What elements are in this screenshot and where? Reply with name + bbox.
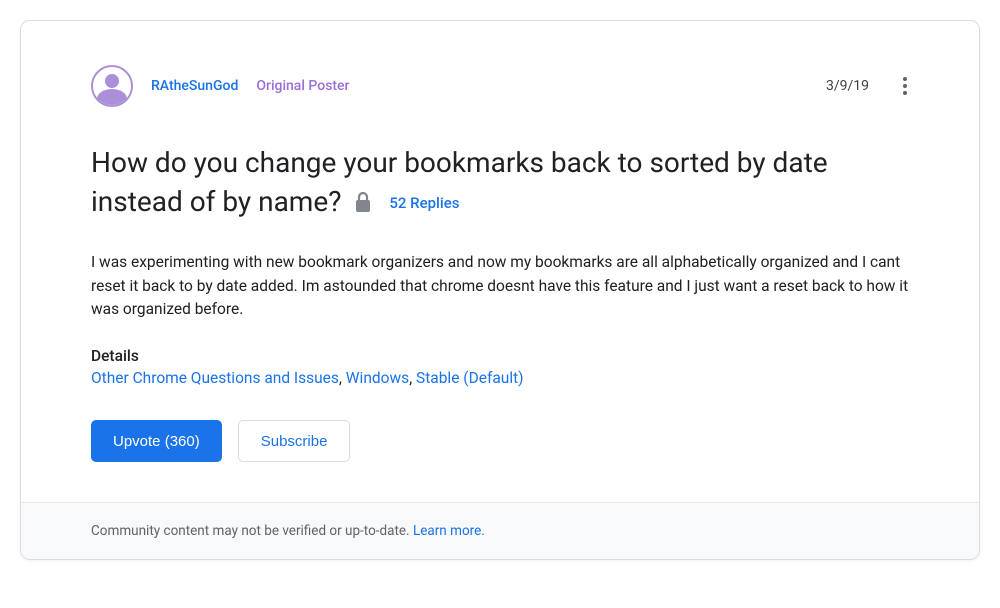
replies-link[interactable]: 52 Replies	[389, 194, 459, 212]
details-tags: Other Chrome Questions and Issues, Windo…	[91, 367, 909, 390]
post-content: I was experimenting with new bookmark or…	[91, 251, 909, 321]
learn-more-link[interactable]: Learn more.	[413, 523, 485, 539]
lock-icon	[354, 191, 372, 213]
tag-category[interactable]: Other Chrome Questions and Issues	[91, 369, 339, 387]
author-name[interactable]: RAtheSunGod	[151, 78, 238, 94]
tag-channel[interactable]: Stable (Default)	[416, 369, 524, 387]
post-title-row: How do you change your bookmarks back to…	[91, 143, 909, 221]
footer-text: Community content may not be verified or…	[91, 523, 413, 539]
post-date: 3/9/19	[826, 78, 869, 94]
post-card: RAtheSunGod Original Poster 3/9/19 How d…	[20, 20, 980, 560]
original-poster-badge: Original Poster	[256, 78, 349, 94]
post-header: RAtheSunGod Original Poster 3/9/19	[91, 65, 909, 107]
subscribe-button[interactable]: Subscribe	[238, 420, 351, 462]
action-buttons: Upvote (360) Subscribe	[91, 420, 909, 462]
post-body-container: RAtheSunGod Original Poster 3/9/19 How d…	[21, 21, 979, 502]
details-label: Details	[91, 347, 909, 365]
tag-platform[interactable]: Windows	[346, 369, 409, 387]
upvote-button[interactable]: Upvote (360)	[91, 420, 222, 462]
footer-notice: Community content may not be verified or…	[21, 502, 979, 559]
avatar[interactable]	[91, 65, 133, 107]
more-options-button[interactable]	[901, 71, 909, 101]
